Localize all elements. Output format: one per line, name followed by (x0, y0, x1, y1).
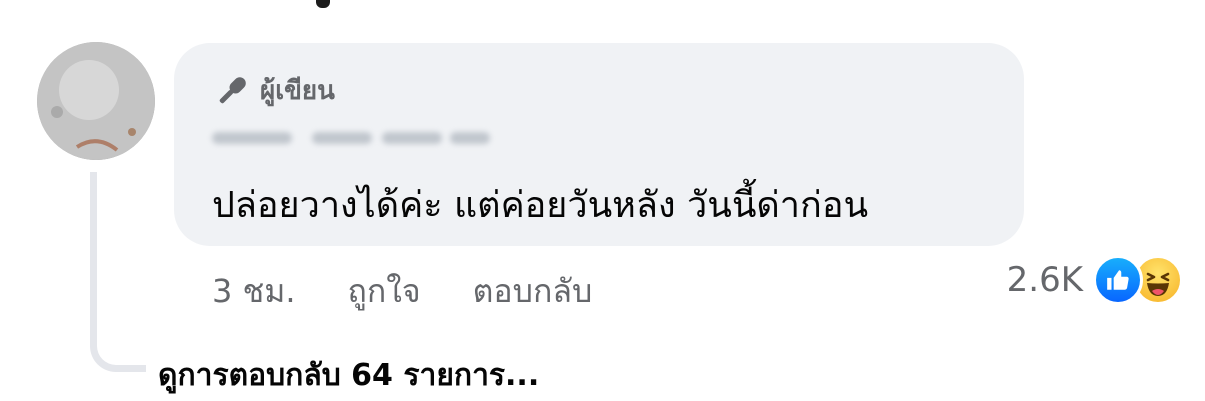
author-badge-label: ผู้เขียน (260, 76, 335, 106)
avatar-image (37, 42, 155, 160)
reply-thread-line (90, 172, 146, 372)
reaction-summary[interactable]: 2.6K (1007, 255, 1183, 305)
reaction-count[interactable]: 2.6K (1007, 260, 1083, 300)
author-name-redacted[interactable] (212, 124, 492, 154)
author-badge: ผู้เขียน (214, 70, 335, 111)
view-replies-link[interactable]: ดูการตอบกลับ 64 รายการ... (158, 352, 539, 399)
previous-comment-fragment (316, 0, 330, 8)
comment-timestamp[interactable]: 3 ชม. (212, 266, 296, 317)
microphone-icon (219, 76, 246, 103)
comment-text: ปล่อยวางได้ค่ะ แต่ค่อยวันหลัง วันนี้ด่าก… (212, 185, 869, 226)
avatar[interactable] (37, 42, 155, 160)
comment-actions: 3 ชม. ถูกใจ ตอบกลับ (212, 266, 592, 317)
like-button[interactable]: ถูกใจ (348, 266, 421, 317)
like-icon (1093, 255, 1143, 305)
reply-button[interactable]: ตอบกลับ (473, 266, 593, 317)
